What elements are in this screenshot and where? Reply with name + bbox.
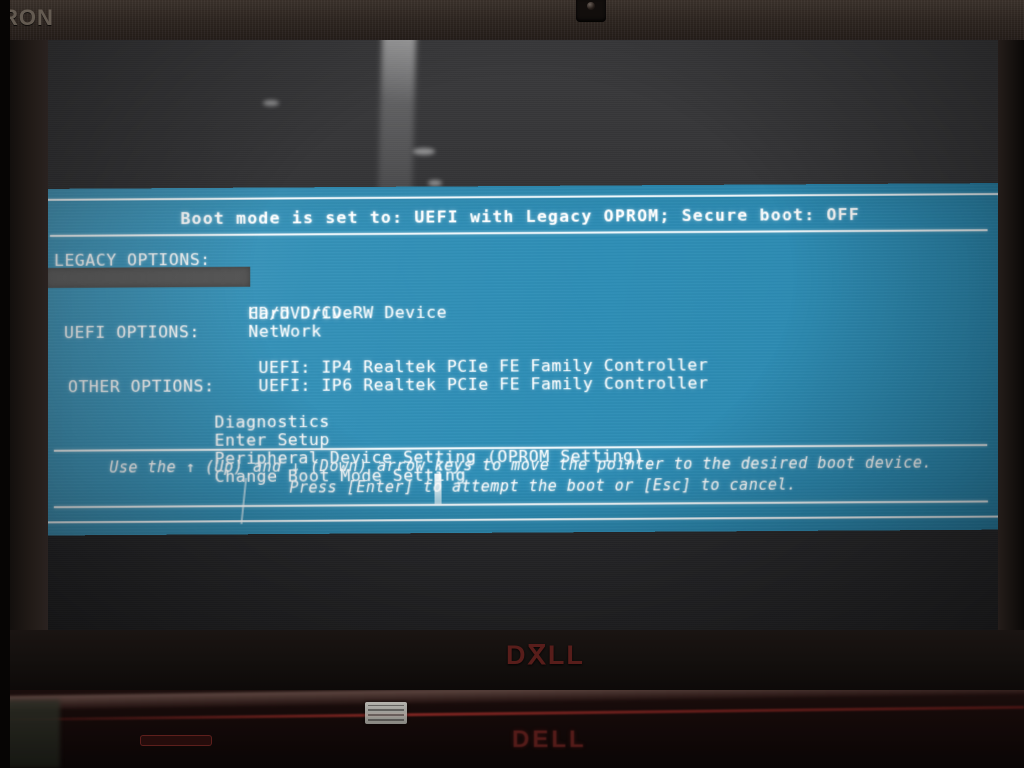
bios-boot-menu-panel: Boot mode is set to: UEFI with Legacy OP… [48, 183, 998, 536]
selection-highlight-bar [48, 267, 250, 288]
screen-glare-spot [263, 100, 279, 106]
bios-panel-wrapper: Boot mode is set to: UEFI with Legacy OP… [48, 183, 998, 536]
bezel-grain [0, 0, 1024, 40]
screen-glare-spot [428, 180, 442, 186]
left-dark-surround [0, 0, 10, 768]
boot-options-menu: LEGACY OPTIONS: Hard Drive CD/DVD/CD-RW … [54, 246, 994, 469]
bios-text-layer: Boot mode is set to: UEFI with Legacy OP… [48, 183, 998, 536]
spec-sticker [365, 702, 407, 724]
title-separator-rule [50, 229, 988, 237]
boot-option-label: Hard Drive [248, 303, 353, 323]
boot-mode-title: Boot mode is set to: UEFI with Legacy OP… [48, 205, 998, 229]
dell-logo-deck: DELL [512, 726, 587, 754]
photo-caret-artifact [434, 474, 441, 504]
webcam-lens-icon [587, 2, 595, 10]
lcd-screen: Boot mode is set to: UEFI with Legacy OP… [48, 40, 998, 634]
dell-logo-bezel: DⴳLL [506, 640, 585, 671]
bezel-right [998, 40, 1024, 660]
deck-red-trim [0, 706, 1024, 722]
lid-latch [140, 735, 212, 746]
help-box-bottom-rule [54, 500, 988, 508]
laptop-photo-scene: Boot mode is set to: UEFI with Legacy OP… [0, 0, 1024, 768]
bezel-top [0, 0, 1024, 40]
webcam-module [576, 0, 606, 22]
sticker-texture [368, 705, 404, 721]
help-text-block: Use the ↑ (Up) and ↓ (Down) arrow keys t… [54, 452, 988, 500]
screen-glare-spot [413, 148, 435, 155]
